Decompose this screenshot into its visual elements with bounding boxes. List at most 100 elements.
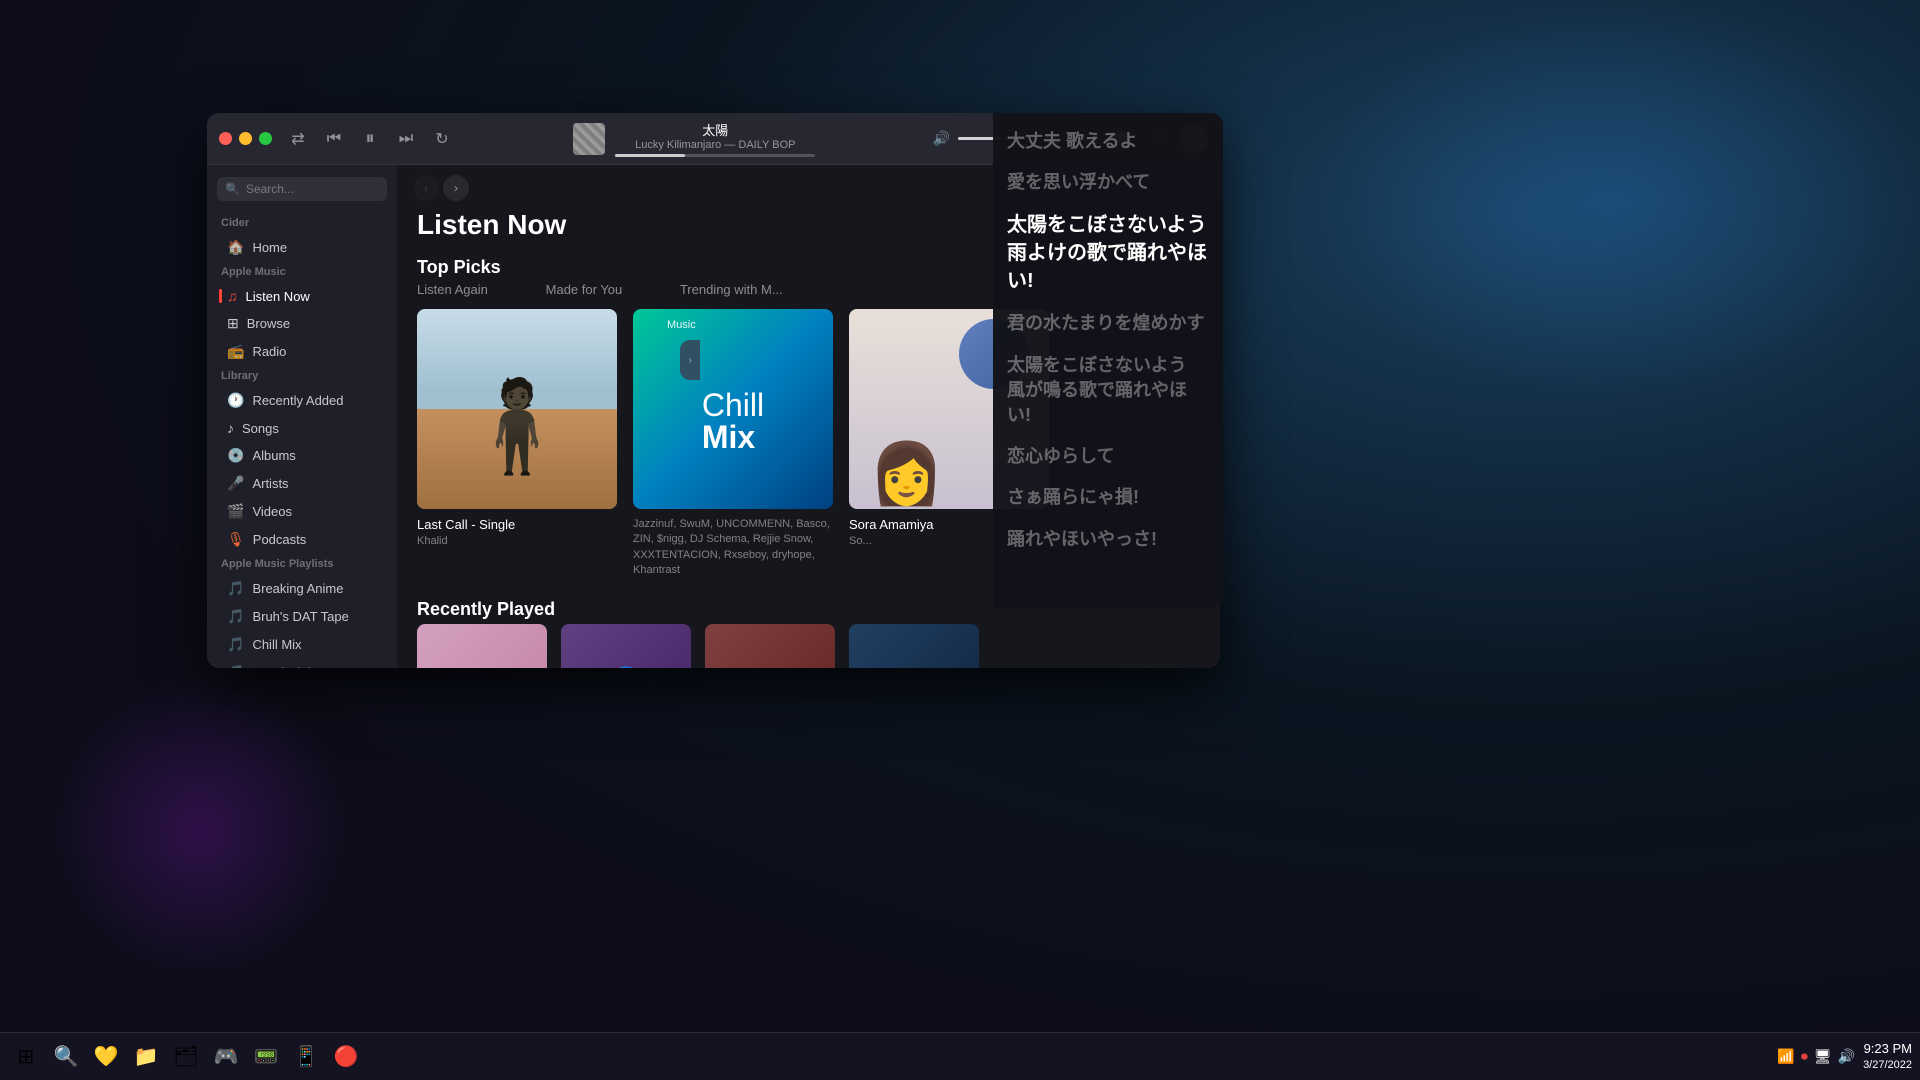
sidebar-item-listen-now[interactable]: ♫ Listen Now — [213, 283, 391, 309]
album-thumbnail — [573, 123, 605, 155]
traffic-lights — [219, 132, 272, 145]
khalid-card-artist: Khalid — [417, 534, 617, 549]
taskbar-right: 📶 ⏺ 🖥 🔊 9:23 PM 3/27/2022 — [1777, 1041, 1912, 1072]
lyric-line-8[interactable]: 踊れやほいやっさ! — [1007, 527, 1209, 552]
sidebar-item-label: Podcasts — [253, 532, 306, 547]
lyric-line-5[interactable]: 太陽をこぼさないよう 風が鳴る歌で踊れやほい! — [1007, 353, 1209, 429]
forward-button[interactable]: › — [443, 175, 469, 201]
albums-icon: 💿 — [227, 447, 244, 464]
apple-music-section-label: Apple Music — [207, 262, 397, 282]
volume-sys-icon: 🔊 — [1838, 1048, 1855, 1065]
shuffle-button[interactable]: ⇄ — [284, 125, 312, 153]
sidebar-item-radio[interactable]: 📻 Radio — [213, 338, 391, 365]
track-artist-playlist: Lucky Kilimanjaro — DAILY BOP — [635, 139, 795, 151]
taskbar-app4[interactable]: 📱 — [288, 1039, 324, 1075]
songs-icon: ♪ — [227, 420, 234, 436]
sidebar-item-breaking-anime[interactable]: 🎵 Breaking Anime — [213, 575, 391, 602]
play-pause-button[interactable]: ⏸ — [356, 125, 384, 153]
file-explorer-button[interactable]: 📁 — [128, 1039, 164, 1075]
sidebar-item-good-night[interactable]: 🎵 Good Night — [213, 659, 391, 668]
chill-mix-image: Music Chill Mix — [633, 309, 833, 509]
sidebar-item-podcasts[interactable]: 🎙 Podcasts — [213, 526, 391, 553]
taskbar-app1[interactable]: 🗂 — [168, 1039, 204, 1075]
lyric-line-2[interactable]: 愛を思い浮かべて — [1007, 170, 1209, 195]
search-icon: 🔍 — [225, 182, 240, 196]
progress-bar[interactable] — [615, 154, 815, 157]
sidebar-item-videos[interactable]: 🎬 Videos — [213, 498, 391, 525]
taskbar-app3[interactable]: 📟 — [248, 1039, 284, 1075]
sidebar-item-label: Breaking Anime — [252, 581, 343, 596]
recently-played-section: Recently Played PROBLEMS 👤 � — [397, 599, 1220, 668]
recently-added-icon: 🕐 — [227, 392, 244, 409]
lyrics-panel: 大丈夫 歌えるよ 愛を思い浮かべて 太陽をこぼさないよう 雨よけの歌で踊れやほい… — [993, 113, 1223, 608]
sidebar-item-browse[interactable]: ⊞ Browse — [213, 310, 391, 337]
rp-card-1[interactable]: PROBLEMS — [417, 624, 547, 668]
search-input[interactable] — [246, 182, 379, 196]
previous-button[interactable]: ⏮ — [320, 125, 348, 153]
taskbar-left: ⊞ 🔍 💛 📁 🗂 🎮 📟 📱 🔴 — [8, 1039, 364, 1075]
khalid-card[interactable]: Last Call - Single Khalid — [417, 309, 617, 579]
artists-icon: 🎤 — [227, 475, 244, 492]
sidebar-item-label: Home — [252, 240, 287, 255]
lyric-line-4[interactable]: 君の水たまりを煌めかす — [1007, 311, 1209, 336]
clock-time: 9:23 PM — [1863, 1041, 1912, 1058]
track-title: 太陽 — [702, 120, 728, 139]
videos-icon: 🎬 — [227, 503, 244, 520]
sidebar-item-label: Radio — [252, 344, 286, 359]
lyric-line-3[interactable]: 太陽をこぼさないよう 雨よけの歌で踊れやほい! — [1007, 211, 1209, 295]
start-button[interactable]: ⊞ — [8, 1039, 44, 1075]
next-button[interactable]: ⏭ — [392, 125, 420, 153]
sidebar-item-label: Chill Mix — [252, 637, 301, 652]
browse-icon: ⊞ — [227, 315, 239, 332]
sidebar-item-recently-added[interactable]: 🕐 Recently Added — [213, 387, 391, 414]
sidebar-item-label: Good Night — [252, 665, 318, 668]
search-box[interactable]: 🔍 — [217, 177, 387, 201]
sidebar-item-artists[interactable]: 🎤 Artists — [213, 470, 391, 497]
system-tray: 📶 ⏺ 🖥 🔊 — [1777, 1048, 1855, 1065]
progress-fill — [615, 154, 685, 157]
sidebar-item-label: Browse — [247, 316, 290, 331]
listen-now-icon: ♫ — [227, 288, 238, 304]
system-clock[interactable]: 9:23 PM 3/27/2022 — [1863, 1041, 1912, 1072]
rp-image-2: 👤 — [561, 624, 691, 668]
home-icon: 🏠 — [227, 239, 244, 256]
sidebar-item-songs[interactable]: ♪ Songs — [213, 415, 391, 441]
close-button[interactable] — [219, 132, 232, 145]
lyric-line-7[interactable]: さぁ踊らにゃ損! — [1007, 485, 1209, 510]
sidebar-item-albums[interactable]: 💿 Albums — [213, 442, 391, 469]
playlist-icon: 🎵 — [227, 636, 244, 653]
sidebar-item-label: Albums — [252, 448, 295, 463]
sidebar-item-chill-mix[interactable]: 🎵 Chill Mix — [213, 631, 391, 658]
sidebar-item-label: Artists — [252, 476, 288, 491]
rp-card-2[interactable]: 👤 — [561, 624, 691, 668]
taskbar-app5[interactable]: 🔴 — [328, 1039, 364, 1075]
playlist-icon: 🎵 — [227, 580, 244, 597]
widgets-button[interactable]: 💛 — [88, 1039, 124, 1075]
search-taskbar-button[interactable]: 🔍 — [48, 1039, 84, 1075]
rp-image-3: 🐼 — [705, 624, 835, 668]
taskbar-app2[interactable]: 🎮 — [208, 1039, 244, 1075]
chill-mix-card[interactable]: Music Chill Mix Jazzinuf, SwuM, UNCOMMEN… — [633, 309, 833, 579]
playlist-icon: 🎵 — [227, 664, 244, 668]
maximize-button[interactable] — [259, 132, 272, 145]
lyrics-scroll-indicator[interactable]: › — [680, 340, 700, 380]
sidebar-item-bruhs-dat-tape[interactable]: 🎵 Bruh's DAT Tape — [213, 603, 391, 630]
minimize-button[interactable] — [239, 132, 252, 145]
back-button[interactable]: ‹ — [413, 175, 439, 201]
sidebar: 🔍 Cider 🏠 Home Apple Music ♫ Listen Now … — [207, 165, 397, 668]
record-icon: ⏺ — [1801, 1048, 1808, 1065]
rp-card-4[interactable]: 🎌 — [849, 624, 979, 668]
playlists-section-label: Apple Music Playlists — [207, 554, 397, 574]
display-icon: 🖥 — [1814, 1048, 1832, 1065]
library-section-label: Library — [207, 366, 397, 386]
rp-card-3[interactable]: 🐼 — [705, 624, 835, 668]
repeat-button[interactable]: ↻ — [428, 125, 456, 153]
chill-mix-artists: Jazzinuf, SwuM, UNCOMMENN, Basco, ZIN, $… — [633, 517, 833, 579]
khalid-card-title: Last Call - Single — [417, 517, 617, 532]
sidebar-item-label: Recently Added — [252, 393, 343, 408]
now-playing-bar: 太陽 Lucky Kilimanjaro — DAILY BOP — [468, 120, 921, 157]
lyric-line-6[interactable]: 恋心ゆらして — [1007, 444, 1209, 469]
sidebar-item-home[interactable]: 🏠 Home — [213, 234, 391, 261]
lyric-line-1[interactable]: 大丈夫 歌えるよ — [1007, 129, 1209, 154]
rp-image-4: 🎌 — [849, 624, 979, 668]
